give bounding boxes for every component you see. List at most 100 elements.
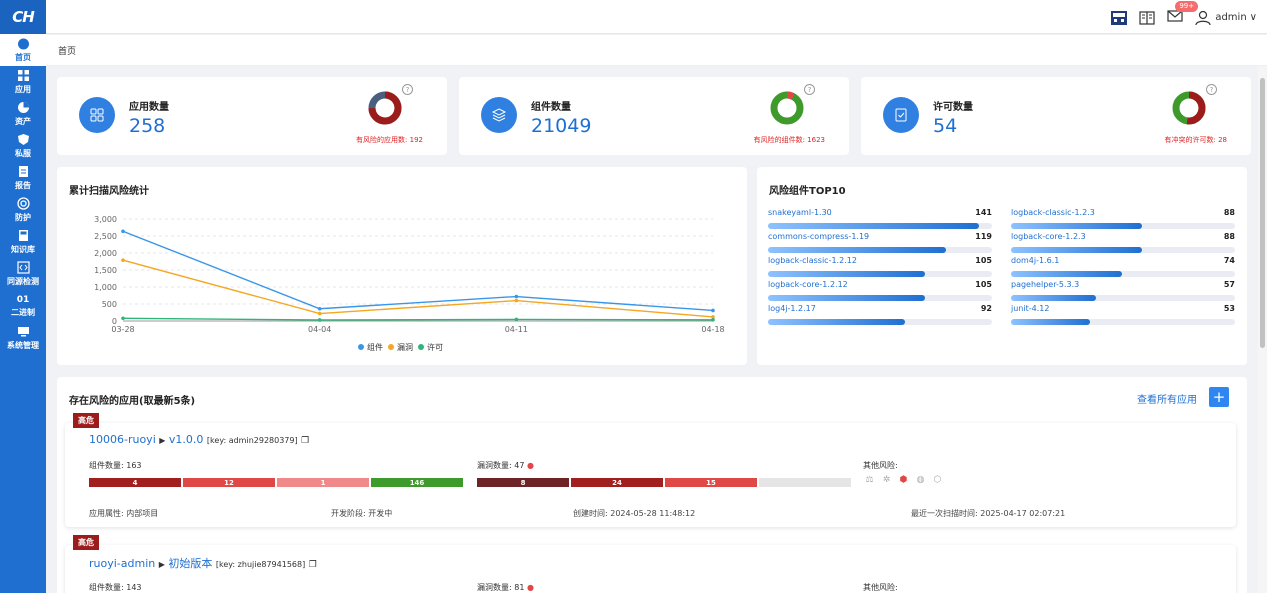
top10-name[interactable]: logback-core-1.2.3: [1011, 232, 1086, 241]
app-name[interactable]: 10006-ruoyi: [89, 433, 156, 446]
y-tick-label: 1,500: [94, 266, 117, 275]
legend-marker: [358, 344, 364, 350]
qr-badge-icon[interactable]: [1110, 9, 1128, 27]
user-icon: [1195, 10, 1211, 25]
app-attribute: 应用属性: 内部项目: [89, 509, 159, 518]
x-tick-label: 04-11: [505, 325, 528, 334]
top10-track: [768, 319, 992, 325]
series-point: [514, 317, 519, 322]
package-risk-icon[interactable]: ⬢: [897, 475, 910, 485]
sidebar-item-1[interactable]: 应用: [0, 66, 46, 98]
copy-icon[interactable]: ❐: [301, 436, 309, 446]
sidebar-item-label: 知识库: [11, 245, 35, 254]
sidebar-item-label: 同源检测: [7, 277, 39, 286]
top10-name[interactable]: snakeyaml-1.30: [768, 208, 832, 217]
sidebar-item-6[interactable]: 知识库: [0, 226, 46, 258]
legend-label: 漏洞: [397, 342, 413, 352]
series-point: [121, 258, 125, 262]
top10-item[interactable]: log4j-1.2.17 92: [768, 304, 992, 334]
other-risk-label: 其他风险:: [863, 461, 898, 470]
sidebar-item-3[interactable]: 私服: [0, 130, 46, 162]
brand-logo[interactable]: CH: [0, 0, 46, 34]
globe-icon[interactable]: ◍: [914, 475, 927, 485]
user-menu[interactable]: admin ∨: [1194, 9, 1257, 27]
series-point: [711, 318, 715, 322]
book-icon: [18, 230, 28, 241]
help-icon[interactable]: ?: [804, 84, 815, 95]
series-point: [317, 306, 322, 311]
risk-segment: 4: [89, 478, 181, 487]
series-point: [121, 316, 125, 321]
top10-count: 105: [975, 280, 992, 289]
component-risk-bar: 4 12 1 146: [89, 478, 463, 487]
cube-icon[interactable]: ⬡: [931, 475, 944, 485]
risk-level-tag: 高危: [73, 535, 99, 550]
series-point: [514, 298, 519, 303]
top10-track: [1011, 271, 1235, 277]
username: admin: [1215, 12, 1247, 23]
sidebar-item-8[interactable]: 01 二进制: [0, 290, 46, 322]
add-app-button[interactable]: +: [1209, 387, 1229, 407]
breadcrumb: 首页: [46, 35, 1267, 66]
chevron-down-icon: ∨: [1249, 12, 1257, 23]
series-point: [514, 294, 519, 299]
risk-note: 有风险的组件数: 1623: [753, 136, 825, 144]
risk-segment: 8: [477, 478, 569, 487]
binary-icon: 01: [16, 294, 30, 305]
y-tick-label: 500: [102, 300, 117, 309]
top10-name[interactable]: pagehelper-5.3.3: [1011, 280, 1079, 289]
app-item: 高危 ruoyi-admin ▶ 初始版本 [key: zhujie879415…: [65, 535, 1236, 593]
balance-icon[interactable]: ⚖: [863, 475, 876, 485]
bug-icon[interactable]: ✲: [880, 475, 893, 485]
app-version[interactable]: v1.0.0: [169, 433, 204, 446]
risky-apps-title: 存在风险的应用(取最新5条): [69, 396, 196, 407]
app-key: [key: zhujie87941568]: [215, 560, 306, 569]
stat-value: 21049: [531, 115, 592, 137]
view-all-apps-link[interactable]: 查看所有应用: [1137, 391, 1197, 406]
legend-marker: [418, 344, 424, 350]
top10-track: [1011, 319, 1235, 325]
sidebar-item-label: 二进制: [11, 307, 35, 317]
page-scrollbar[interactable]: [1258, 66, 1267, 593]
vuln-risk-bar: 8 24 15: [477, 478, 851, 487]
monitor-icon: [17, 327, 29, 337]
x-tick-label: 04-04: [308, 325, 331, 334]
risk-segment: 24: [571, 478, 663, 487]
app-version[interactable]: 初始版本: [168, 557, 212, 570]
sidebar-item-label: 资产: [15, 117, 31, 126]
top10-name[interactable]: commons-compress-1.19: [768, 232, 869, 241]
other-risk-label: 其他风险:: [863, 583, 898, 592]
sidebar-item-2[interactable]: 资产: [0, 98, 46, 130]
top10-name[interactable]: logback-core-1.2.12: [768, 280, 848, 289]
top10-count: 57: [1223, 280, 1235, 289]
app-title[interactable]: ruoyi-admin ▶ 初始版本 [key: zhujie87941568]…: [89, 555, 317, 571]
risk-segment: 1: [277, 478, 369, 487]
y-tick-label: 1,000: [94, 283, 117, 292]
breadcrumb-home[interactable]: 首页: [58, 44, 76, 57]
help-icon[interactable]: ?: [1206, 84, 1217, 95]
sidebar-item-7[interactable]: 同源检测: [0, 258, 46, 290]
book-icon[interactable]: [1138, 9, 1156, 27]
sidebar-item-4[interactable]: 报告: [0, 162, 46, 194]
help-icon[interactable]: ?: [402, 84, 413, 95]
stat-card: 组件数量 21049? 有风险的组件数: 1623: [459, 77, 849, 155]
top10-item[interactable]: junit-4.12 53: [1011, 304, 1235, 334]
app-title[interactable]: 10006-ruoyi ▶ v1.0.0 [key: admin29280379…: [89, 433, 309, 446]
top10-name[interactable]: logback-classic-1.2.12: [768, 256, 857, 265]
top10-count: 141: [975, 208, 992, 217]
stat-card: 应用数量 258? 有风险的应用数: 192: [57, 77, 447, 155]
vuln-count: 漏洞数量: 81 ●: [477, 583, 534, 592]
sidebar-item-9[interactable]: 系统管理: [0, 322, 46, 354]
sidebar-item-5[interactable]: 防护: [0, 194, 46, 226]
top10-name[interactable]: junit-4.12: [1011, 304, 1049, 313]
app-last-scan: 最近一次扫描时间: 2025-04-17 02:07:21: [911, 509, 1066, 518]
apps-count-icon: [79, 97, 115, 133]
series-point: [317, 318, 322, 322]
top10-name[interactable]: logback-classic-1.2.3: [1011, 208, 1095, 217]
top10-name[interactable]: log4j-1.2.17: [768, 304, 816, 313]
sidebar-item-0[interactable]: 首页: [0, 34, 46, 66]
top10-name[interactable]: dom4j-1.6.1: [1011, 256, 1059, 265]
y-tick-label: 3,000: [94, 215, 117, 224]
copy-icon[interactable]: ❐: [309, 560, 317, 570]
app-name[interactable]: ruoyi-admin: [89, 557, 155, 570]
